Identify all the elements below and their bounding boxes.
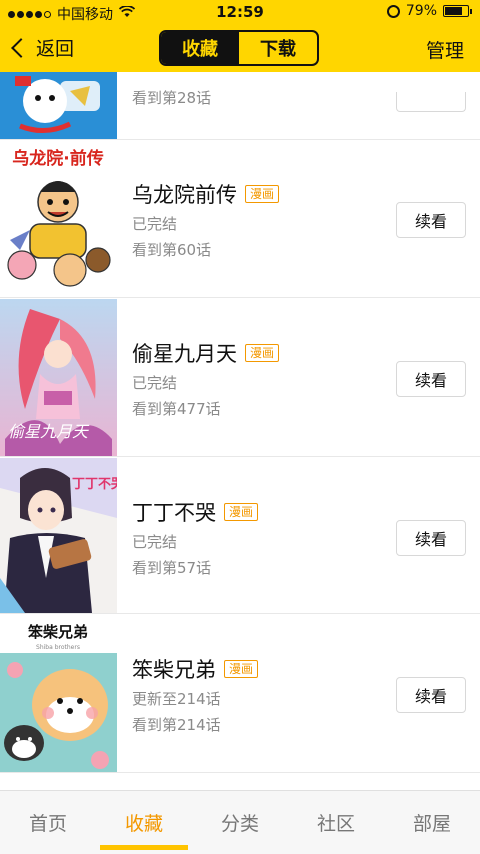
progress-text: 看到第28话 xyxy=(132,89,212,107)
comic-title[interactable]: 乌龙院前传 xyxy=(132,179,237,209)
cover-subtitle-text: Shiba brothers xyxy=(36,644,80,651)
navigation-bar: 返回 收藏 下载 管理 xyxy=(0,26,480,72)
comic-title[interactable]: 笨柴兄弟 xyxy=(132,654,216,684)
cover-title-text: 乌龙院·前传 xyxy=(12,148,103,169)
manage-button[interactable]: 管理 xyxy=(426,36,464,63)
continue-button[interactable]: 续看 xyxy=(396,520,466,556)
continue-button[interactable]: 续看 xyxy=(396,202,466,238)
status-text: 已完结 xyxy=(132,215,178,233)
active-tab-indicator xyxy=(100,845,188,850)
tab-favorites[interactable]: 收藏 xyxy=(96,791,192,854)
tab-label: 首页 xyxy=(28,813,67,835)
comic-cover[interactable]: 偷星九月天 xyxy=(0,299,117,456)
comic-title[interactable]: 丁丁不哭 xyxy=(132,497,216,527)
list-item[interactable]: 偷星九月天 偷星九月天 漫画 已完结 看到第477话 续看 xyxy=(0,299,480,457)
progress-text: 看到第57话 xyxy=(132,559,212,577)
tab-label: 分类 xyxy=(220,813,259,835)
progress-text: 看到第214话 xyxy=(132,716,221,734)
battery-icon xyxy=(443,5,472,17)
cover-title-text: 笨柴兄弟 xyxy=(28,623,88,641)
status-text: 更新至214话 xyxy=(132,690,221,708)
segment-favorites[interactable]: 收藏 xyxy=(161,32,239,64)
progress-text: 看到第60话 xyxy=(132,241,212,259)
list-item[interactable]: 丁丁不哭 丁丁不哭 漫画 已完结 看到第57话 续看 xyxy=(0,458,480,614)
comic-title[interactable]: 偷星九月天 xyxy=(132,338,237,368)
tab-room[interactable]: 部屋 xyxy=(384,791,480,854)
chevron-left-icon xyxy=(11,37,31,58)
tab-label: 部屋 xyxy=(412,813,451,835)
continue-button[interactable]: 续看 xyxy=(396,361,466,397)
status-text: 已完结 xyxy=(132,533,178,551)
list-item[interactable]: 看到第28话 xyxy=(0,72,480,140)
cover-title-text: 偷星九月天 xyxy=(8,422,90,441)
tab-home[interactable]: 首页 xyxy=(0,791,96,854)
continue-button[interactable]: 续看 xyxy=(396,677,466,713)
comic-cover[interactable]: 丁丁不哭 xyxy=(0,458,117,613)
status-text: 已完结 xyxy=(132,374,178,392)
status-bar: 中国移动 12:59 79% xyxy=(0,0,480,26)
type-badge: 漫画 xyxy=(224,503,259,521)
cover-title-text: 丁丁不哭 xyxy=(72,477,117,492)
progress-text: 看到第477话 xyxy=(132,400,221,418)
type-badge: 漫画 xyxy=(224,660,259,678)
type-badge: 漫画 xyxy=(245,344,280,362)
tab-categories[interactable]: 分类 xyxy=(192,791,288,854)
segment-downloads[interactable]: 下载 xyxy=(239,32,317,64)
comic-cover[interactable] xyxy=(0,72,117,139)
list-item[interactable]: 乌龙院·前传 乌龙院前传 漫画 已完结 看到第60话 续看 xyxy=(0,140,480,298)
continue-button[interactable] xyxy=(396,92,466,112)
comic-cover[interactable]: 乌龙院·前传 xyxy=(0,140,117,297)
tab-label: 社区 xyxy=(316,813,355,835)
tab-label: 收藏 xyxy=(124,813,163,835)
status-right: 79% xyxy=(386,3,472,19)
list-item[interactable]: 笨柴兄弟 Shiba brothers 笨柴兄弟 漫画 更新至214话 看到第2… xyxy=(0,615,480,773)
tab-community[interactable]: 社区 xyxy=(288,791,384,854)
orientation-lock-icon xyxy=(386,4,400,18)
type-badge: 漫画 xyxy=(245,185,280,203)
comic-cover[interactable]: 笨柴兄弟 Shiba brothers xyxy=(0,615,117,772)
battery-percent: 79% xyxy=(405,3,437,19)
segmented-control: 收藏 下载 xyxy=(159,30,319,66)
bottom-tab-bar: 首页 收藏 分类 社区 部屋 xyxy=(0,790,480,854)
favorites-list[interactable]: 看到第28话 乌龙院·前传 乌龙院前传 漫画 已完结 看到第60话 续看 偷星九… xyxy=(0,72,480,790)
back-label: 返回 xyxy=(36,38,75,60)
back-button[interactable]: 返回 xyxy=(8,34,74,61)
